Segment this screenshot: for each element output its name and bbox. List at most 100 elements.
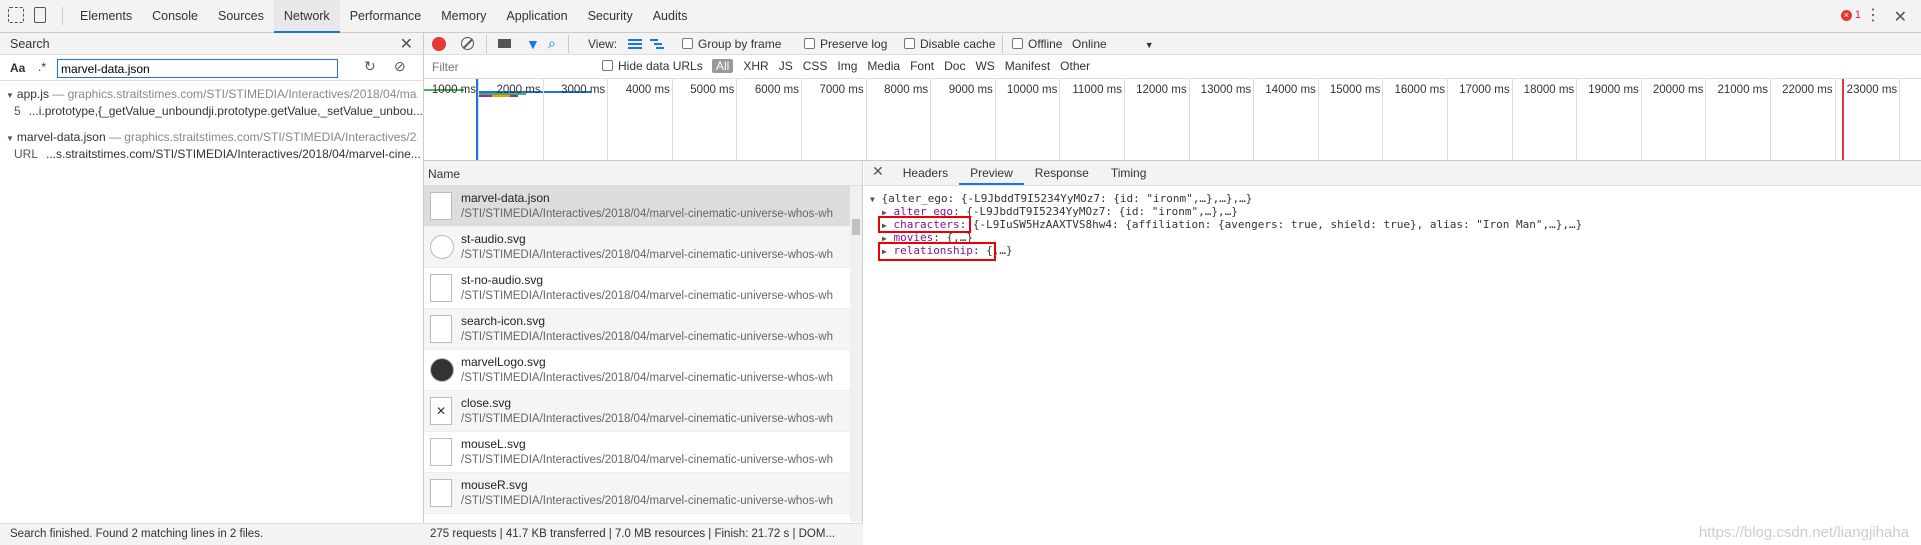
throttling-value: Online <box>1072 37 1107 51</box>
group-by-frame-checkbox[interactable]: Group by frame <box>682 37 781 51</box>
filter-type-doc[interactable]: Doc <box>944 59 965 73</box>
device-toolbar-icon[interactable] <box>34 7 46 23</box>
tab-response[interactable]: Response <box>1024 166 1100 185</box>
tab-sources[interactable]: Sources <box>208 0 274 33</box>
close-search-icon[interactable]: ✕ <box>400 34 413 54</box>
throttling-select[interactable]: Online ▼ <box>1072 37 1154 51</box>
filter-type-all[interactable]: All <box>712 59 734 73</box>
timeline-overview[interactable]: 1000 ms 2000 ms 3000 ms 4000 ms 5000 ms 6000 … <box>424 79 1921 161</box>
timeline-tick-label: 5000 ms <box>690 84 735 96</box>
capture-screenshots-icon[interactable] <box>498 39 511 48</box>
timeline-gridline <box>1576 79 1578 160</box>
request-row[interactable]: marvelLogo.svg /STI/STIMEDIA/Interactive… <box>424 350 862 391</box>
clear-search-icon[interactable]: ⊘ <box>394 58 406 75</box>
file-icon <box>430 438 452 466</box>
json-root-value: {alter_ego: {-L9JbddT9I5234YyMOz7: {id: … <box>881 192 1253 205</box>
timeline-gridline <box>1834 79 1836 160</box>
error-badge[interactable]: × 1 <box>1840 9 1861 21</box>
group-by-frame-label: Group by frame <box>698 37 782 51</box>
tab-application[interactable]: Application <box>496 0 577 33</box>
request-path: /STI/STIMEDIA/Interactives/2018/04/marve… <box>461 454 833 466</box>
tab-elements[interactable]: Elements <box>70 0 142 33</box>
view-label: View: <box>588 37 618 51</box>
search-result-file[interactable]: ▼ marvel-data.json — graphics.straitstime… <box>6 130 418 144</box>
search-panel: Search ✕ Aa .* ↻ ⊘ ▼app.js — graphics.st… <box>0 33 424 545</box>
tab-performance[interactable]: Performance <box>340 0 432 33</box>
request-row[interactable]: mouseL.svg /STI/STIMEDIA/Interactives/20… <box>424 432 862 473</box>
search-icon[interactable]: ⌕ <box>548 35 556 52</box>
tab-headers[interactable]: Headers <box>892 166 959 185</box>
tab-security[interactable]: Security <box>578 0 643 33</box>
request-name: close.svg <box>461 396 512 410</box>
filter-type-css[interactable]: CSS <box>803 59 828 73</box>
name-column-header[interactable]: Name <box>424 161 862 186</box>
filter-type-font[interactable]: Font <box>910 59 934 73</box>
filter-icon[interactable]: ▼ <box>526 36 540 52</box>
clear-icon[interactable] <box>461 37 474 50</box>
expand-triangle-icon: ▼ <box>6 91 14 100</box>
scrollbar-thumb[interactable] <box>852 219 860 235</box>
filter-type-manifest[interactable]: Manifest <box>1005 59 1050 73</box>
request-row[interactable]: ✕ close.svg /STI/STIMEDIA/Interactives/2… <box>424 391 862 432</box>
close-devtools-icon[interactable]: ✕ <box>1894 7 1907 27</box>
tab-preview[interactable]: Preview <box>959 166 1024 185</box>
result-match-text: ...s.straitstimes.com/STI/STIMEDIA/Inter… <box>46 147 421 161</box>
timeline-tick-label: 13000 ms <box>1200 84 1252 96</box>
match-case-toggle[interactable]: Aa <box>10 61 25 75</box>
image-icon <box>430 274 452 302</box>
record-icon[interactable] <box>432 37 446 51</box>
json-node-characters[interactable]: ▶ characters: {-L9IuSW5HzAAXTVS8hw4: {af… <box>882 218 1582 231</box>
tab-console[interactable]: Console <box>142 0 208 33</box>
search-result-file[interactable]: ▼ app.js — graphics.straitstimes.com/STI/… <box>6 87 418 101</box>
timeline-gridline <box>1317 79 1319 160</box>
tab-network[interactable]: Network <box>273 0 340 33</box>
request-list-scrollbar[interactable] <box>850 186 862 522</box>
search-result-match[interactable]: URL ...s.straitstimes.com/STI/STIMEDIA/In… <box>14 147 426 161</box>
offline-checkbox[interactable]: Offline <box>1012 37 1062 51</box>
search-result-match[interactable]: 5 ...i.prototype,{_getValue_unboundji.pro… <box>14 104 426 118</box>
preserve-log-checkbox[interactable]: Preserve log <box>804 37 887 51</box>
request-row[interactable]: mouseR.svg /STI/STIMEDIA/Interactives/20… <box>424 473 862 514</box>
inspect-element-icon[interactable] <box>8 7 24 23</box>
disable-cache-checkbox[interactable]: Disable cache <box>904 37 995 51</box>
filter-type-media[interactable]: Media <box>867 59 900 73</box>
overview-icon[interactable] <box>650 39 664 49</box>
request-path: /STI/STIMEDIA/Interactives/2018/04/marve… <box>461 290 833 302</box>
error-icon: × <box>1840 9 1852 21</box>
tab-audits[interactable]: Audits <box>643 0 698 33</box>
hide-data-urls-checkbox[interactable]: Hide data URLs <box>602 59 703 73</box>
large-rows-icon[interactable] <box>628 39 642 49</box>
refresh-icon[interactable]: ↻ <box>364 58 376 75</box>
timeline-tick-label: 4000 ms <box>625 84 670 96</box>
timeline-tick-label: 20000 ms <box>1652 84 1704 96</box>
search-input[interactable] <box>57 59 338 78</box>
tab-memory[interactable]: Memory <box>431 0 496 33</box>
filter-input[interactable] <box>426 57 590 76</box>
filter-type-xhr[interactable]: XHR <box>743 59 768 73</box>
request-row[interactable]: marvel-data.json /STI/STIMEDIA/Interacti… <box>424 186 862 227</box>
network-toolbar: ▼ ⌕ View: Group by frame Preserve log Di… <box>424 33 1921 55</box>
tab-timing[interactable]: Timing <box>1100 166 1158 185</box>
search-panel-title: Search <box>10 37 50 51</box>
request-name: mouseR.svg <box>461 478 528 492</box>
request-row[interactable]: st-no-audio.svg /STI/STIMEDIA/Interactiv… <box>424 268 862 309</box>
timeline-gridline <box>1640 79 1642 160</box>
timeline-tick-label: 22000 ms <box>1782 84 1833 96</box>
request-path: /STI/STIMEDIA/Interactives/2018/04/marve… <box>461 372 833 384</box>
more-options-icon[interactable]: ⋮ <box>1865 8 1881 24</box>
disable-cache-label: Disable cache <box>920 37 996 51</box>
request-row[interactable]: search-icon.svg /STI/STIMEDIA/Interactiv… <box>424 309 862 350</box>
filter-type-img[interactable]: Img <box>837 59 857 73</box>
checkbox-icon <box>682 38 693 49</box>
json-root[interactable]: ▼ {alter_ego: {-L9JbddT9I5234YyMOz7: {id… <box>870 192 1252 205</box>
filter-type-other[interactable]: Other <box>1060 59 1090 73</box>
regex-toggle[interactable]: .* <box>38 60 46 74</box>
request-row[interactable]: st-audio.svg /STI/STIMEDIA/Interactives/… <box>424 227 862 268</box>
divider <box>62 7 63 25</box>
timeline-gridline <box>1705 79 1707 160</box>
filter-type-ws[interactable]: WS <box>975 59 994 73</box>
timeline-tick-label: 15000 ms <box>1329 84 1381 96</box>
close-detail-icon[interactable]: ✕ <box>864 163 892 185</box>
json-value: {-L9IuSW5HzAAXTVS8hw4: {affiliation: {av… <box>966 218 1583 231</box>
filter-type-js[interactable]: JS <box>779 59 793 73</box>
